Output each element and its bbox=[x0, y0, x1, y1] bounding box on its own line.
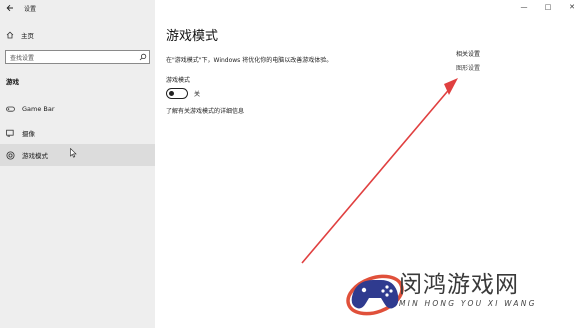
watermark-logo-icon bbox=[346, 274, 404, 316]
watermark-english-text: MIN HONG YOU XI WANG bbox=[399, 299, 537, 308]
watermark-chinese-text: 闵鸿游戏网 bbox=[399, 272, 519, 298]
watermark: 闵鸿游戏网 MIN HONG YOU XI WANG bbox=[343, 265, 578, 323]
